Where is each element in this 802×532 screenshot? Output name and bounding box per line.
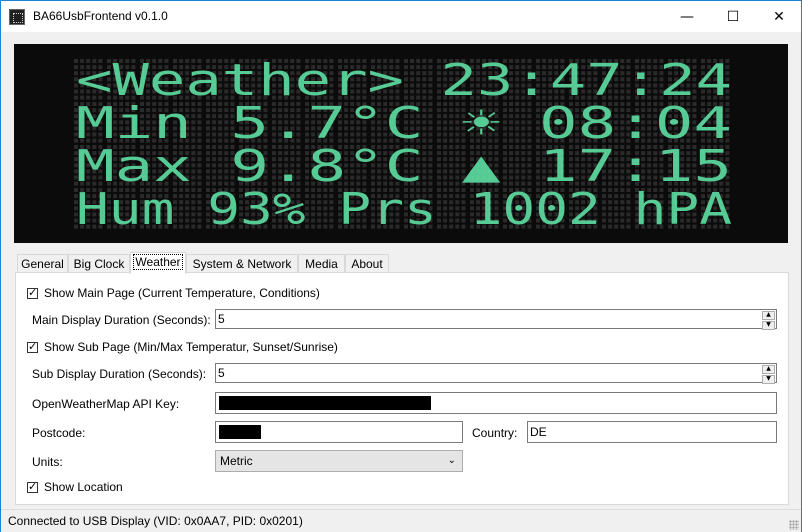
vfd-row-text: Hum 93% Prs 1002 hPA [76, 184, 732, 235]
redacted-api-key [219, 396, 431, 410]
minimize-button[interactable]: — [664, 1, 710, 32]
show-main-page-checkbox[interactable]: Show Main Page (Current Temperature, Con… [27, 286, 320, 300]
spin-up-icon[interactable]: ▲ [762, 311, 775, 320]
chevron-down-icon: ⌄ [447, 455, 456, 466]
main-duration-label: Main Display Duration (Seconds): [32, 313, 211, 327]
spin-up-icon[interactable]: ▲ [762, 365, 775, 374]
title-bar: BA66UsbFrontend v0.1.0 — ☐ ✕ [1, 1, 801, 32]
api-key-label: OpenWeatherMap API Key: [32, 397, 180, 411]
sub-duration-input[interactable]: 5 ▲ ▼ [215, 363, 777, 384]
tab-media-label: Media [305, 257, 338, 271]
main-duration-value: 5 [218, 312, 225, 326]
redacted-postcode [219, 425, 261, 439]
tab-weather[interactable]: Weather [130, 252, 186, 274]
tab-system-network[interactable]: System & Network [186, 254, 298, 273]
show-location-checkbox[interactable]: Show Location [27, 480, 123, 494]
maximize-button[interactable]: ☐ [710, 1, 756, 32]
app-icon [9, 9, 25, 25]
spin-down-icon[interactable]: ▼ [762, 375, 775, 384]
units-select[interactable]: Metric ⌄ [215, 450, 463, 472]
checkbox-checked-icon [27, 480, 38, 493]
app-window: BA66UsbFrontend v0.1.0 — ☐ ✕ <Weather> 2… [0, 0, 802, 532]
postcode-label: Postcode: [32, 426, 86, 440]
sub-duration-spinner[interactable]: ▲ ▼ [762, 365, 775, 384]
show-sub-page-label: Show Sub Page (Min/Max Temperatur, Sunse… [44, 340, 338, 354]
units-value: Metric [220, 454, 253, 468]
country-label: Country: [472, 426, 518, 440]
tab-weather-label: Weather [133, 254, 183, 270]
window-title: BA66UsbFrontend v0.1.0 [33, 9, 168, 23]
api-key-input[interactable] [215, 392, 777, 414]
spin-down-icon[interactable]: ▼ [762, 321, 775, 330]
tab-big-clock[interactable]: Big Clock [68, 254, 130, 273]
sub-duration-value: 5 [218, 366, 225, 380]
vfd-dot-matrix: <Weather> 23:47:24Min 5.7°C ☀ 08:04Max 9… [74, 55, 732, 235]
tab-about-label: About [351, 257, 383, 271]
vfd-display: <Weather> 23:47:24 Min 5.7°C ☀ 08:04 Max 9… [14, 44, 788, 243]
main-duration-spinner[interactable]: ▲ ▼ [762, 311, 775, 330]
tab-big-clock-label: Big Clock [73, 257, 125, 271]
tab-general[interactable]: General [17, 254, 68, 273]
sub-duration-label: Sub Display Duration (Seconds): [32, 367, 207, 381]
main-duration-input[interactable]: 5 ▲ ▼ [215, 309, 777, 330]
show-location-label: Show Location [44, 480, 123, 494]
tab-media[interactable]: Media [298, 254, 345, 273]
postcode-input[interactable] [215, 421, 463, 443]
weather-settings-panel: Show Main Page (Current Temperature, Con… [15, 272, 789, 505]
tab-system-network-label: System & Network [192, 257, 292, 271]
tab-about[interactable]: About [345, 254, 389, 273]
checkbox-checked-icon [27, 340, 38, 353]
show-sub-page-checkbox[interactable]: Show Sub Page (Min/Max Temperatur, Sunse… [27, 340, 338, 354]
close-button[interactable]: ✕ [756, 1, 802, 32]
country-input[interactable]: DE [527, 421, 777, 443]
units-label: Units: [32, 455, 63, 469]
show-main-page-label: Show Main Page (Current Temperature, Con… [44, 286, 320, 300]
country-value: DE [530, 425, 547, 439]
tab-general-label: General [21, 257, 64, 271]
status-text: Connected to USB Display (VID: 0x0AA7, P… [8, 514, 303, 528]
checkbox-checked-icon [27, 286, 38, 299]
resize-grip-icon[interactable] [789, 520, 799, 530]
status-bar: Connected to USB Display (VID: 0x0AA7, P… [1, 509, 801, 532]
